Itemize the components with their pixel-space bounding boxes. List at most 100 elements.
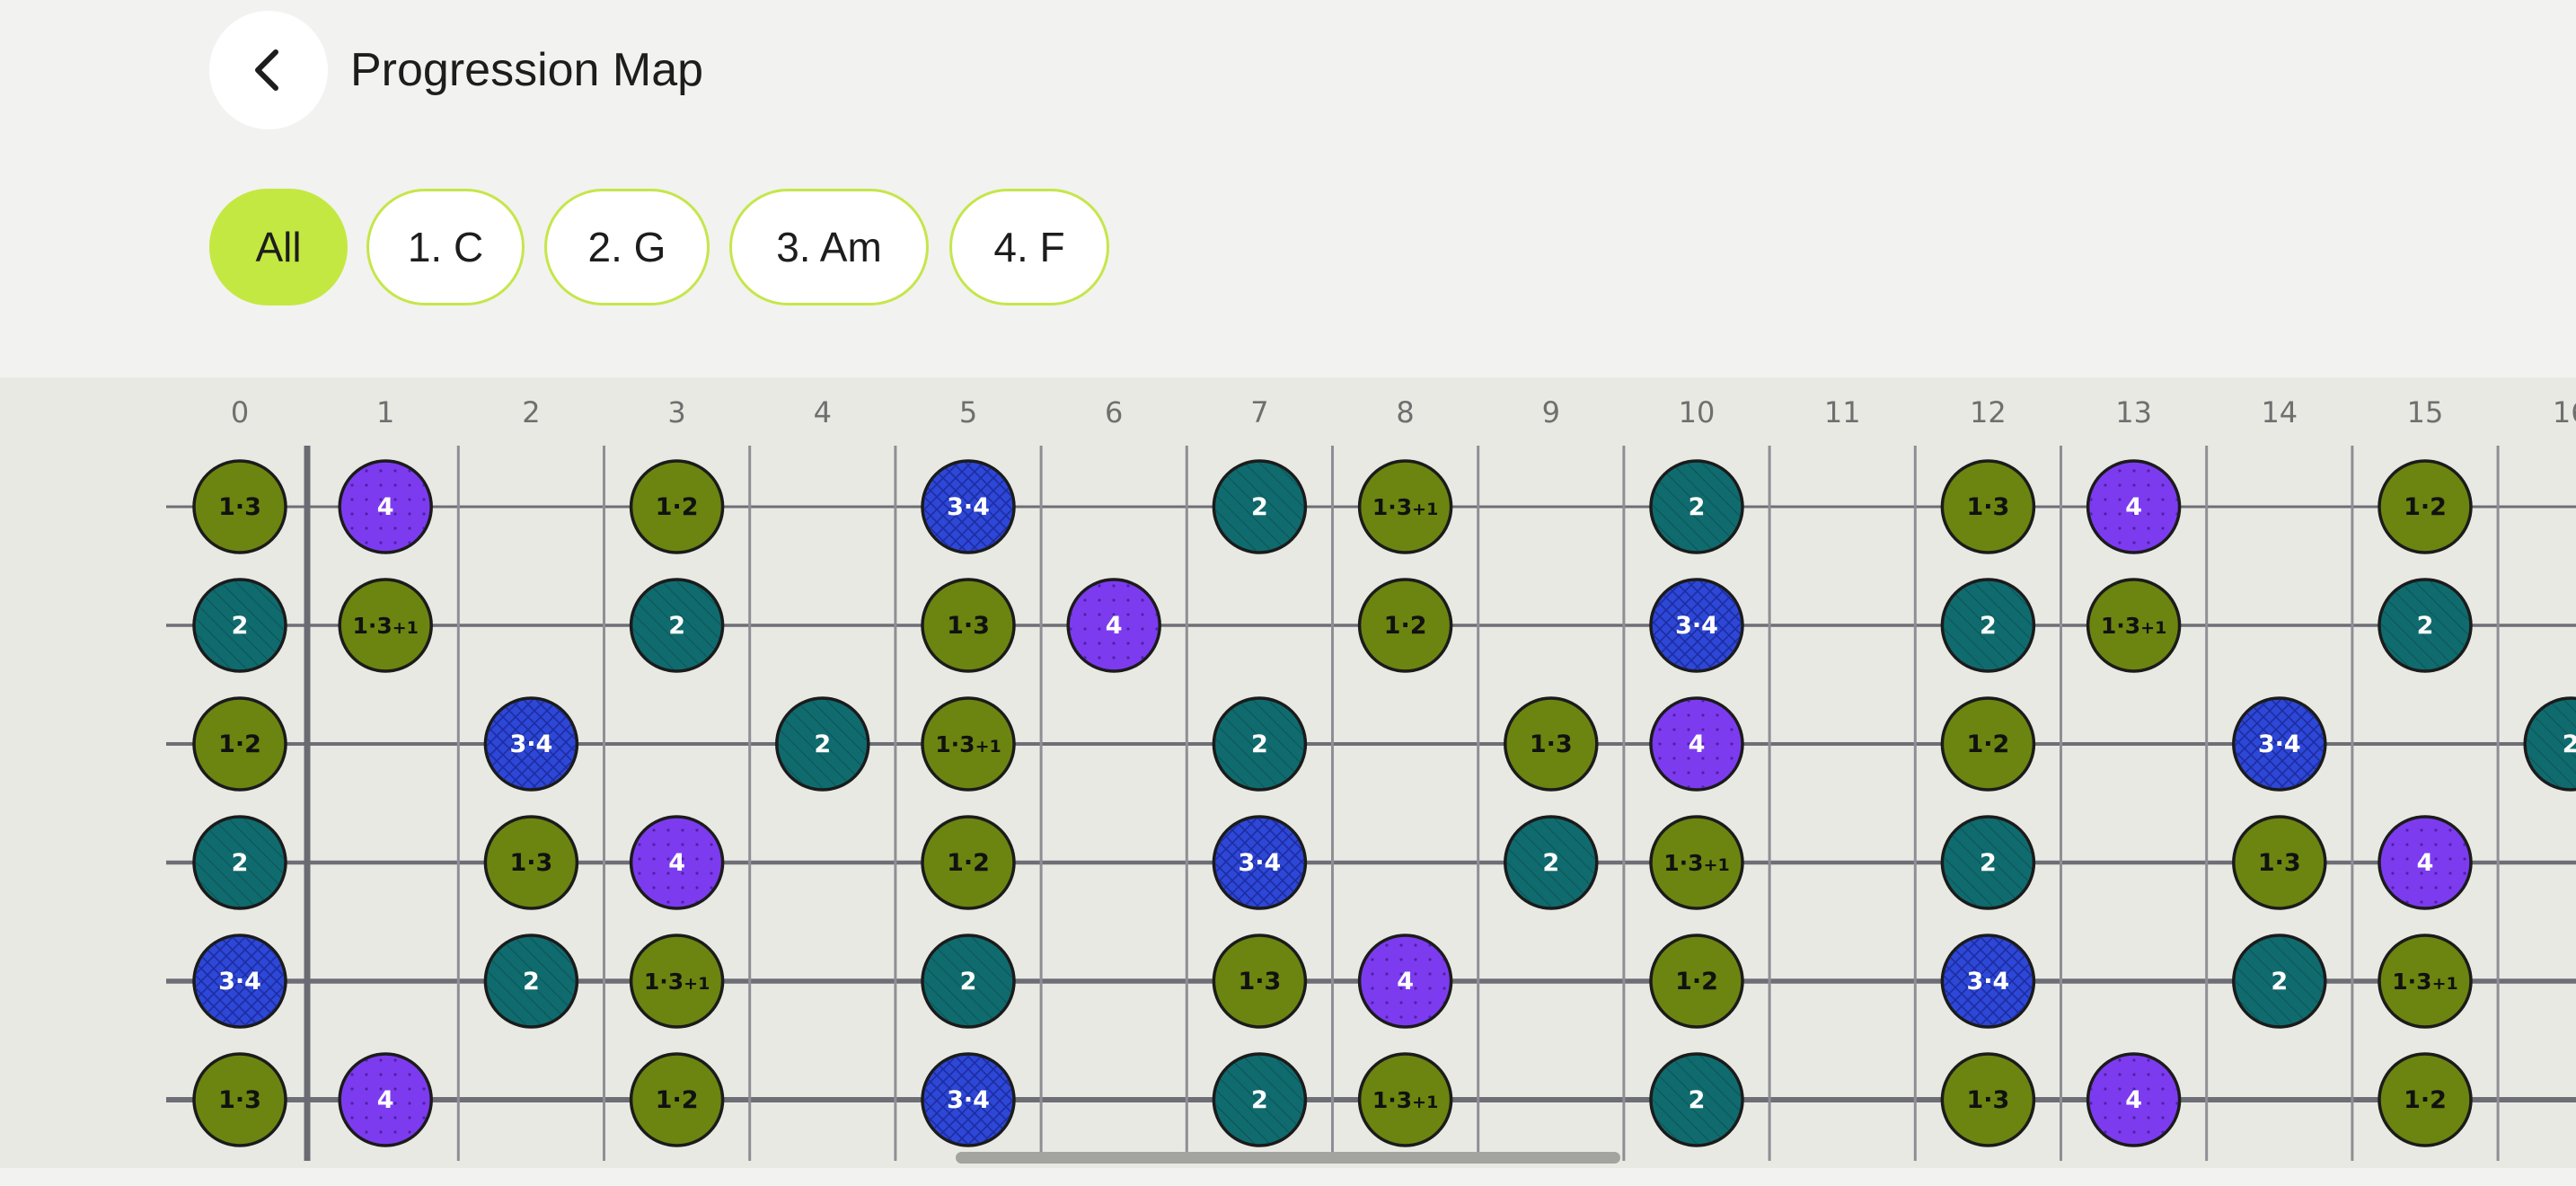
note-label: 3·4: [1966, 968, 2009, 996]
filter-chip-f[interactable]: 4. F: [949, 189, 1109, 305]
note-marker-olive[interactable]: 1·3: [192, 459, 287, 554]
note-marker-purple[interactable]: 4: [1066, 578, 1161, 673]
note-label: 2: [1542, 849, 1559, 877]
note-marker-teal[interactable]: 2: [192, 578, 287, 673]
note-marker-olive[interactable]: 1·3: [1940, 459, 2036, 554]
filter-chip-g[interactable]: 2. G: [544, 189, 710, 305]
note-marker-purple[interactable]: 4: [338, 459, 433, 554]
note-marker-teal[interactable]: 2: [1940, 578, 2036, 673]
note-marker-blue[interactable]: 3·4: [483, 696, 579, 792]
note-marker-olive[interactable]: 1·2: [2378, 1052, 2473, 1147]
filter-chip-label: All: [255, 224, 302, 270]
filter-chip-label: 2. G: [587, 224, 666, 270]
note-marker-olive[interactable]: 1·3+1: [1649, 815, 1744, 910]
note-marker-teal[interactable]: 2: [1940, 815, 2036, 910]
note-marker-olive[interactable]: 1·3: [483, 815, 579, 910]
note-marker-teal[interactable]: 2: [775, 696, 870, 792]
note-marker-purple[interactable]: 4: [338, 1052, 433, 1147]
note-marker-blue[interactable]: 3·4: [921, 459, 1016, 554]
note-marker-olive[interactable]: 1·3: [2232, 815, 2327, 910]
note-marker-blue[interactable]: 3·4: [921, 1052, 1016, 1147]
filter-chip-c[interactable]: 1. C: [366, 189, 525, 305]
note-marker-olive[interactable]: 1·2: [1940, 696, 2036, 792]
note-marker-olive[interactable]: 1·2: [629, 1052, 725, 1147]
note-marker-teal[interactable]: 2: [629, 578, 725, 673]
note-marker-olive[interactable]: 1·3: [1940, 1052, 2036, 1147]
note-label: 2: [1689, 493, 1706, 521]
note-marker-teal[interactable]: 2: [192, 815, 287, 910]
note-marker-blue[interactable]: 3·4: [1940, 934, 2036, 1029]
note-marker-teal[interactable]: 2: [1212, 459, 1308, 554]
fret-number-label: 0: [231, 395, 249, 429]
note-marker-teal[interactable]: 2: [921, 934, 1016, 1029]
note-marker-teal[interactable]: 2: [2523, 696, 2576, 792]
note-marker-purple[interactable]: 4: [2378, 815, 2473, 910]
note-label: 1·2: [947, 849, 990, 877]
note-label: 1·2: [656, 493, 699, 521]
fretboard[interactable]: 012345678910111213141516 1·341·23·421·3+…: [0, 377, 2576, 1168]
note-marker-olive[interactable]: 1·3+1: [338, 578, 433, 673]
note-marker-olive[interactable]: 1·3+1: [2378, 934, 2473, 1029]
note-label: 3·4: [218, 968, 261, 996]
note-marker-teal[interactable]: 2: [1504, 815, 1599, 910]
note-marker-teal[interactable]: 2: [2232, 934, 2327, 1029]
note-marker-purple[interactable]: 4: [629, 815, 725, 910]
note-marker-teal[interactable]: 2: [1212, 1052, 1308, 1147]
note-marker-olive[interactable]: 1·2: [629, 459, 725, 554]
note-marker-olive[interactable]: 1·2: [1649, 934, 1744, 1029]
note-label: 1·2: [2404, 1086, 2447, 1114]
note-label: 2: [1251, 730, 1268, 758]
note-marker-blue[interactable]: 3·4: [1649, 578, 1744, 673]
fret-number-label: 5: [959, 395, 977, 429]
fret-number-label: 4: [814, 395, 832, 429]
note-marker-teal[interactable]: 2: [483, 934, 579, 1029]
note-marker-olive[interactable]: 1·2: [1357, 578, 1453, 673]
note-marker-teal[interactable]: 2: [1649, 459, 1744, 554]
note-label: 2: [2563, 730, 2576, 758]
note-label: 1·3: [1530, 730, 1573, 758]
fret-number-label: 9: [1542, 395, 1560, 429]
note-label: 3·4: [509, 730, 552, 758]
note-marker-purple[interactable]: 4: [1649, 696, 1744, 792]
note-marker-teal[interactable]: 2: [1649, 1052, 1744, 1147]
filter-chip-am[interactable]: 3. Am: [729, 189, 929, 305]
note-marker-olive[interactable]: 1·3+1: [2086, 578, 2182, 673]
note-label: 2: [2271, 968, 2288, 996]
note-marker-olive[interactable]: 1·3: [192, 1052, 287, 1147]
horizontal-scrollbar-thumb[interactable]: [956, 1152, 1620, 1164]
note-label: 1·2: [218, 730, 261, 758]
note-marker-olive[interactable]: 1·2: [921, 815, 1016, 910]
note-marker-blue[interactable]: 3·4: [1212, 815, 1308, 910]
back-button[interactable]: [209, 11, 328, 129]
note-label: 4: [2125, 493, 2142, 521]
note-label: 1·2: [656, 1086, 699, 1114]
note-marker-blue[interactable]: 3·4: [192, 934, 287, 1029]
note-label: 2: [1689, 1086, 1706, 1114]
bottom-strip: [0, 1168, 2576, 1186]
note-marker-purple[interactable]: 4: [2086, 1052, 2182, 1147]
note-marker-olive[interactable]: 1·3+1: [629, 934, 725, 1029]
note-marker-purple[interactable]: 4: [1357, 934, 1453, 1029]
fret-number-label: 3: [667, 395, 685, 429]
note-marker-olive[interactable]: 1·3+1: [1357, 459, 1453, 554]
fretboard-panel[interactable]: 012345678910111213141516 1·341·23·421·3+…: [0, 377, 2576, 1168]
note-marker-olive[interactable]: 1·3: [921, 578, 1016, 673]
header: Progression Map All 1. C 2. G 3. Am 4. F: [0, 0, 2576, 377]
note-marker-olive[interactable]: 1·3+1: [921, 696, 1016, 792]
note-marker-olive[interactable]: 1·3: [1504, 696, 1599, 792]
note-marker-teal[interactable]: 2: [1212, 696, 1308, 792]
filter-chip-all[interactable]: All: [209, 189, 348, 305]
note-marker-olive[interactable]: 1·3: [1212, 934, 1308, 1029]
note-marker-olive[interactable]: 1·2: [192, 696, 287, 792]
filter-chip-label: 4. F: [993, 224, 1065, 270]
note-label: 1·2: [1675, 968, 1718, 996]
chevron-left-icon: [255, 49, 278, 91]
fret-number-label: 13: [2115, 395, 2152, 429]
fret-number-label: 14: [2261, 395, 2298, 429]
note-marker-blue[interactable]: 3·4: [2232, 696, 2327, 792]
note-marker-olive[interactable]: 1·3+1: [1357, 1052, 1453, 1147]
note-marker-olive[interactable]: 1·2: [2378, 459, 2473, 554]
note-marker-teal[interactable]: 2: [2378, 578, 2473, 673]
note-label: 3·4: [1238, 849, 1281, 877]
note-marker-purple[interactable]: 4: [2086, 459, 2182, 554]
